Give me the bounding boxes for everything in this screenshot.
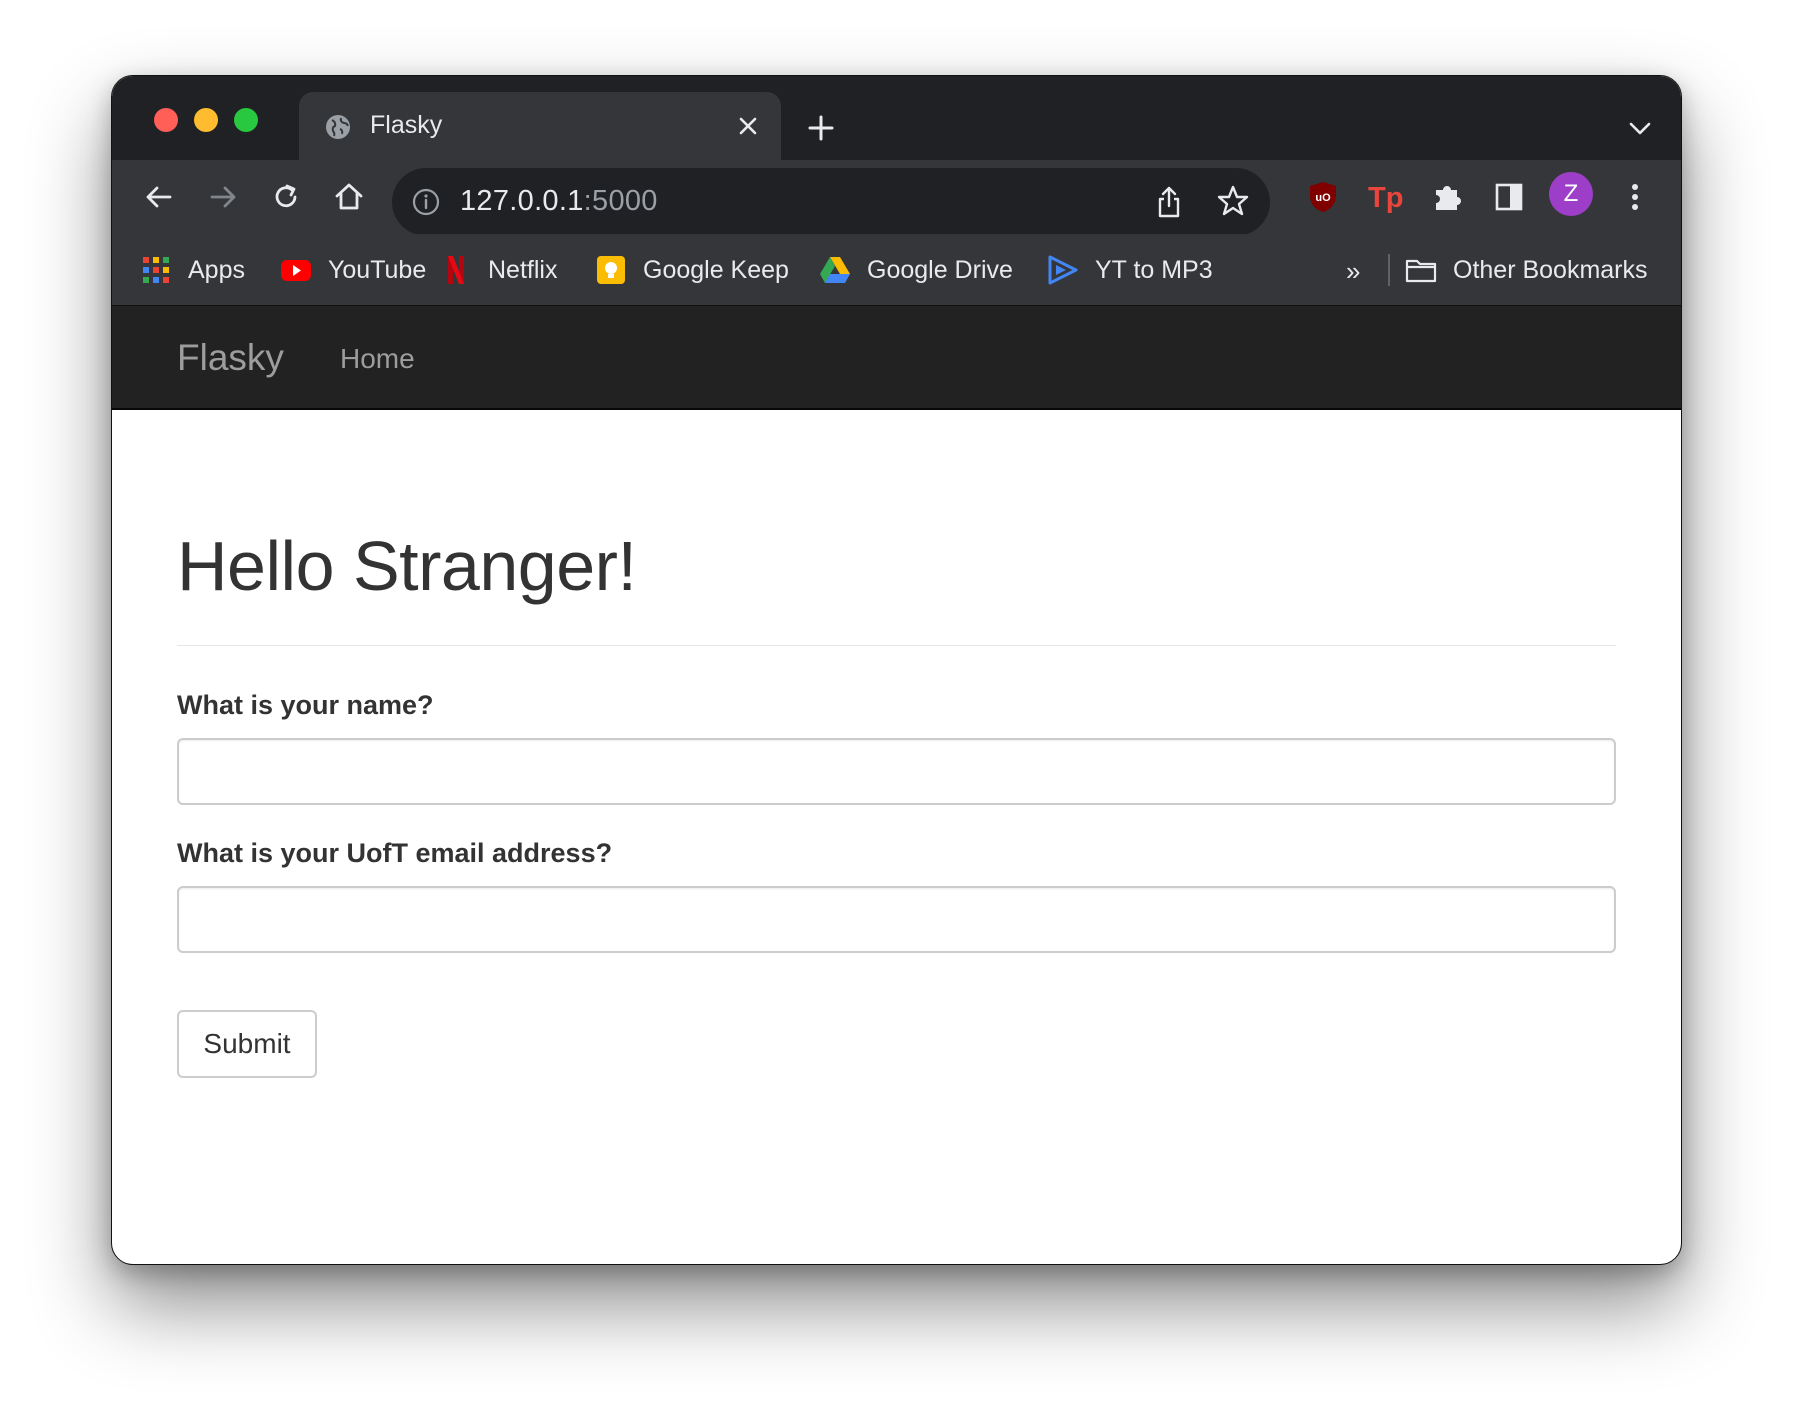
address-bar[interactable]: 127.0.0.1:5000 bbox=[392, 168, 1270, 236]
bookmarks-overflow-button[interactable]: » bbox=[1346, 256, 1360, 287]
email-label: What is your UofT email address? bbox=[177, 838, 613, 868]
extensions-button[interactable] bbox=[1428, 178, 1466, 216]
side-panel-icon bbox=[1495, 183, 1523, 211]
side-panel-button[interactable] bbox=[1490, 178, 1528, 216]
share-icon[interactable] bbox=[1153, 185, 1185, 219]
home-button[interactable] bbox=[330, 178, 368, 216]
bookmark-label: Google Keep bbox=[643, 255, 789, 284]
bookmark-label: Netflix bbox=[488, 255, 558, 284]
submit-button[interactable]: Submit bbox=[177, 1010, 317, 1078]
profile-avatar[interactable]: Z bbox=[1549, 172, 1593, 216]
bookmark-label: Google Drive bbox=[867, 255, 1013, 284]
navbar-brand[interactable]: Flasky bbox=[177, 337, 284, 379]
google-keep-icon bbox=[597, 256, 625, 284]
apps-grid-icon bbox=[143, 257, 169, 283]
reload-icon bbox=[275, 184, 297, 208]
ublock-shield-icon: uO bbox=[1310, 182, 1336, 212]
site-navbar: Flasky Home bbox=[112, 306, 1681, 410]
yt-to-mp3-icon bbox=[1048, 255, 1078, 285]
bookmark-other-bookmarks[interactable]: Other Bookmarks bbox=[1405, 252, 1648, 288]
netflix-icon bbox=[448, 256, 464, 284]
bookmarks-separator bbox=[1388, 254, 1390, 286]
browser-window: Flasky 127.0.0.1:5000 uO Tp Z Apps YouTu… bbox=[111, 75, 1682, 1265]
forward-button[interactable] bbox=[204, 178, 242, 216]
tab-flasky[interactable]: Flasky bbox=[299, 92, 781, 160]
google-drive-icon bbox=[820, 257, 850, 283]
info-icon[interactable] bbox=[412, 188, 440, 216]
url-text: 127.0.0.1:5000 bbox=[460, 185, 658, 218]
browser-toolbar: 127.0.0.1:5000 uO Tp bbox=[112, 160, 1681, 236]
tab-search-button[interactable] bbox=[1625, 114, 1655, 144]
header-divider bbox=[177, 645, 1616, 646]
globe-icon bbox=[326, 115, 350, 139]
close-window-button[interactable] bbox=[154, 108, 178, 132]
ublock-extension-button[interactable]: uO bbox=[1304, 178, 1342, 216]
star-icon[interactable] bbox=[1216, 184, 1250, 218]
new-tab-button[interactable] bbox=[804, 111, 838, 145]
back-button[interactable] bbox=[140, 178, 178, 216]
arrow-right-icon bbox=[210, 186, 236, 208]
home-icon bbox=[335, 183, 363, 210]
folder-icon bbox=[1405, 259, 1437, 283]
url-host: 127.0.0.1 bbox=[460, 185, 584, 217]
bookmark-youtube[interactable]: YouTube bbox=[280, 252, 426, 288]
minimize-window-button[interactable] bbox=[194, 108, 218, 132]
tab-title: Flasky bbox=[370, 111, 443, 139]
bookmark-label: Other Bookmarks bbox=[1453, 255, 1648, 284]
bookmarks-bar: Apps YouTube Netflix Google Keep Google … bbox=[112, 234, 1681, 306]
reload-button[interactable] bbox=[267, 178, 305, 216]
puzzle-piece-icon bbox=[1436, 186, 1461, 210]
bookmark-label: YouTube bbox=[328, 255, 427, 284]
plus-icon bbox=[808, 115, 834, 141]
bookmark-google-keep[interactable]: Google Keep bbox=[595, 252, 789, 288]
name-label: What is your name? bbox=[177, 690, 434, 720]
email-input[interactable] bbox=[177, 886, 1616, 953]
close-icon bbox=[739, 117, 757, 135]
browser-menu-button[interactable] bbox=[1616, 178, 1654, 216]
bookmark-google-drive[interactable]: Google Drive bbox=[819, 252, 1013, 288]
bookmark-label: YT to MP3 bbox=[1095, 255, 1213, 284]
tab-strip: Flasky bbox=[112, 76, 1681, 160]
chevron-down-icon bbox=[1629, 122, 1651, 135]
youtube-icon bbox=[281, 260, 311, 281]
arrow-left-icon bbox=[146, 186, 172, 208]
url-port: :5000 bbox=[583, 185, 658, 217]
kebab-menu-icon bbox=[1632, 184, 1638, 210]
bookmark-yt-to-mp3[interactable]: YT to MP3 bbox=[1047, 252, 1213, 288]
nav-link-home[interactable]: Home bbox=[340, 343, 415, 375]
bookmark-apps[interactable]: Apps bbox=[140, 252, 245, 288]
tp-extension-icon: Tp bbox=[1368, 182, 1403, 214]
page-title: Hello Stranger! bbox=[177, 527, 637, 605]
svg-text:Tp: Tp bbox=[1368, 182, 1403, 214]
name-input[interactable] bbox=[177, 738, 1616, 805]
bookmark-label: Apps bbox=[188, 255, 245, 284]
svg-text:uO: uO bbox=[1315, 192, 1331, 204]
bookmark-netflix[interactable]: Netflix bbox=[440, 252, 557, 288]
tp-extension-button[interactable]: Tp bbox=[1366, 178, 1404, 216]
maximize-window-button[interactable] bbox=[234, 108, 258, 132]
close-tab-button[interactable] bbox=[733, 111, 763, 141]
